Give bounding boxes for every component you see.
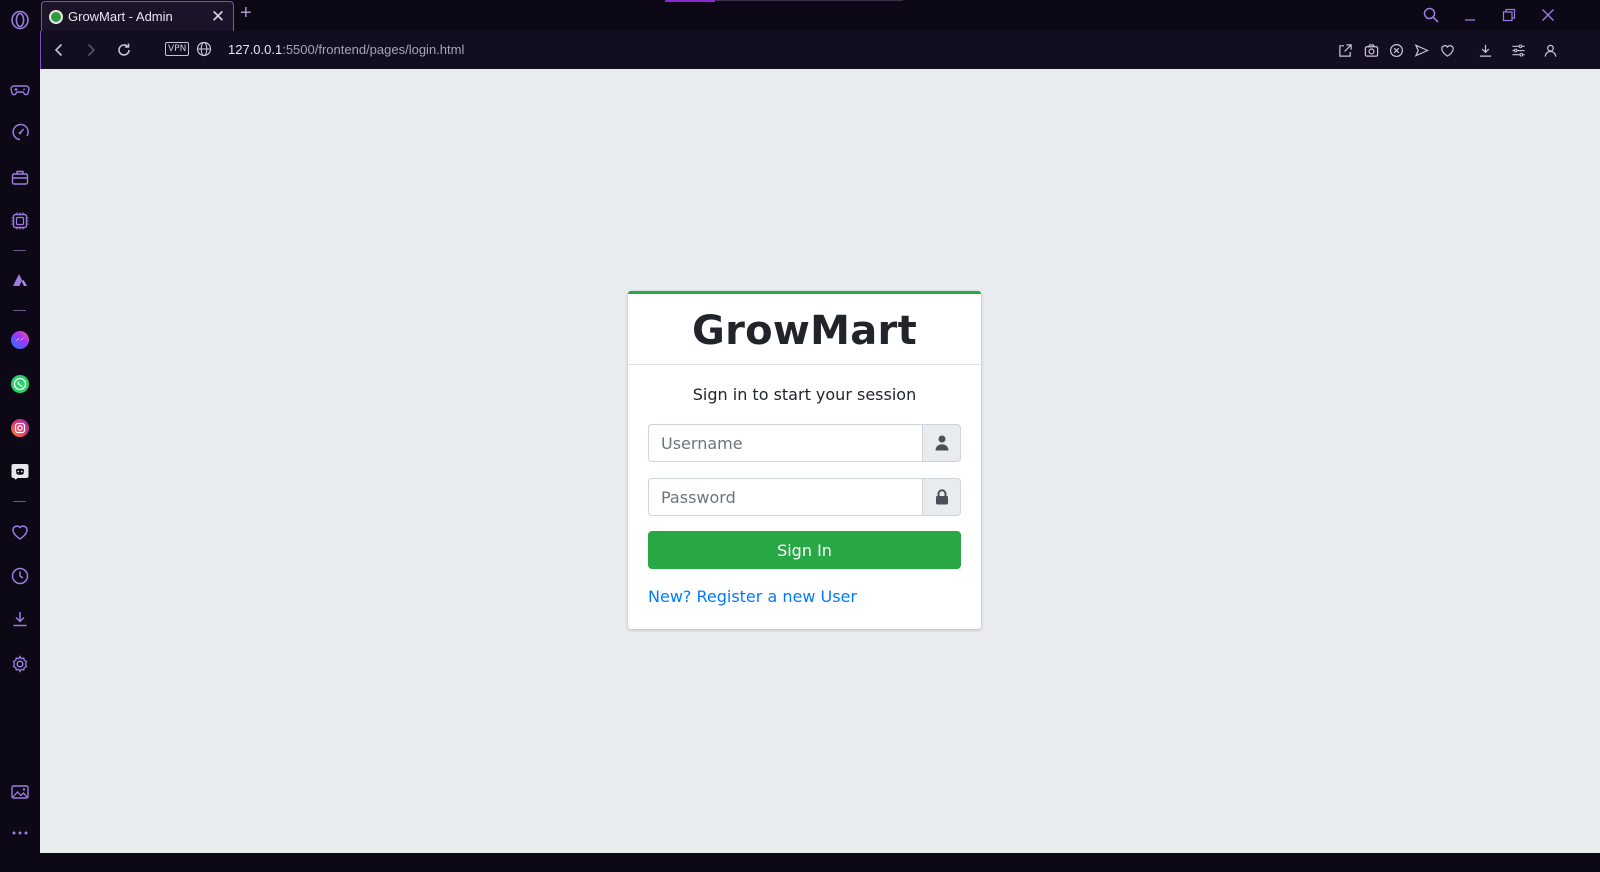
username-group — [648, 424, 961, 462]
card-body: Sign in to start your session Sign In Ne… — [628, 365, 981, 629]
tab-title: GrowMart - Admin — [68, 9, 173, 24]
sign-in-button[interactable]: Sign In — [648, 531, 961, 569]
easy-setup-icon[interactable] — [1509, 41, 1527, 59]
reload-button[interactable] — [114, 40, 134, 60]
aria-icon[interactable] — [9, 269, 31, 291]
close-window-icon[interactable] — [1538, 5, 1558, 25]
send-icon[interactable] — [1412, 41, 1430, 59]
instagram-icon[interactable] — [9, 417, 31, 439]
address-bar: VPN 127.0.0.1:5500/frontend/pages/login.… — [40, 31, 1600, 69]
gamepad-icon[interactable] — [9, 78, 31, 100]
browser-tab[interactable]: GrowMart - Admin ✕ — [41, 1, 234, 31]
username-addon — [922, 424, 961, 462]
settings-icon[interactable] — [9, 653, 31, 675]
lock-icon — [935, 489, 948, 505]
brand-title[interactable]: GrowMart — [692, 308, 917, 354]
login-card: GrowMart Sign in to start your session S… — [628, 291, 981, 629]
window-bottom-edge — [40, 853, 1600, 872]
download-icon[interactable] — [9, 608, 31, 630]
vpn-badge[interactable]: VPN — [165, 42, 190, 56]
downloads-icon[interactable] — [1476, 41, 1494, 59]
forward-button[interactable] — [81, 40, 101, 60]
register-link[interactable]: New? Register a new User — [648, 587, 857, 606]
search-tabs-icon[interactable] — [1421, 5, 1441, 25]
more-icon[interactable] — [9, 822, 31, 844]
opera-logo-icon[interactable] — [9, 9, 31, 31]
url-path: :5500/frontend/pages/login.html — [282, 42, 465, 57]
close-tab-icon[interactable]: ✕ — [208, 8, 228, 25]
page-content: GrowMart Sign in to start your session S… — [40, 69, 1600, 872]
discord-icon[interactable] — [9, 461, 31, 483]
tab-strip-line — [715, 0, 903, 1]
back-button[interactable] — [49, 40, 69, 60]
sidebar-divider — [13, 310, 26, 311]
globe-icon[interactable] — [196, 41, 212, 57]
extension-icon[interactable] — [9, 210, 31, 232]
username-input[interactable] — [648, 424, 922, 462]
card-header: GrowMart — [628, 294, 981, 365]
whatsapp-icon[interactable] — [9, 373, 31, 395]
heart-icon[interactable] — [9, 521, 31, 543]
password-group — [648, 478, 961, 516]
user-icon — [935, 435, 948, 451]
password-addon — [922, 478, 961, 516]
sidebar-divider — [13, 250, 26, 251]
login-box: GrowMart Sign in to start your session S… — [628, 291, 981, 629]
sidebar-divider — [13, 501, 26, 502]
share-icon[interactable] — [1336, 41, 1354, 59]
speed-dial-icon[interactable] — [9, 121, 31, 143]
url-host: 127.0.0.1 — [228, 42, 283, 57]
new-tab-button[interactable]: + — [240, 3, 252, 23]
messenger-icon[interactable] — [9, 329, 31, 351]
bookmark-heart-icon[interactable] — [1438, 41, 1456, 59]
minimize-icon[interactable] — [1460, 5, 1480, 25]
tab-strip-accent — [665, 0, 715, 2]
tab-strip: GrowMart - Admin ✕ + — [40, 0, 1600, 31]
login-message: Sign in to start your session — [692, 385, 917, 404]
browser-sidebar — [0, 0, 40, 872]
restore-icon[interactable] — [1499, 5, 1519, 25]
snapshot-icon[interactable] — [1362, 41, 1380, 59]
growmart-favicon-icon — [49, 9, 63, 24]
gallery-icon[interactable] — [9, 781, 31, 803]
adblock-icon[interactable] — [1387, 41, 1405, 59]
history-icon[interactable] — [9, 565, 31, 587]
password-input[interactable] — [648, 478, 922, 516]
url-field[interactable]: 127.0.0.1:5500/frontend/pages/login.html — [228, 42, 464, 57]
briefcase-icon[interactable] — [9, 166, 31, 188]
profile-icon[interactable] — [1541, 41, 1559, 59]
